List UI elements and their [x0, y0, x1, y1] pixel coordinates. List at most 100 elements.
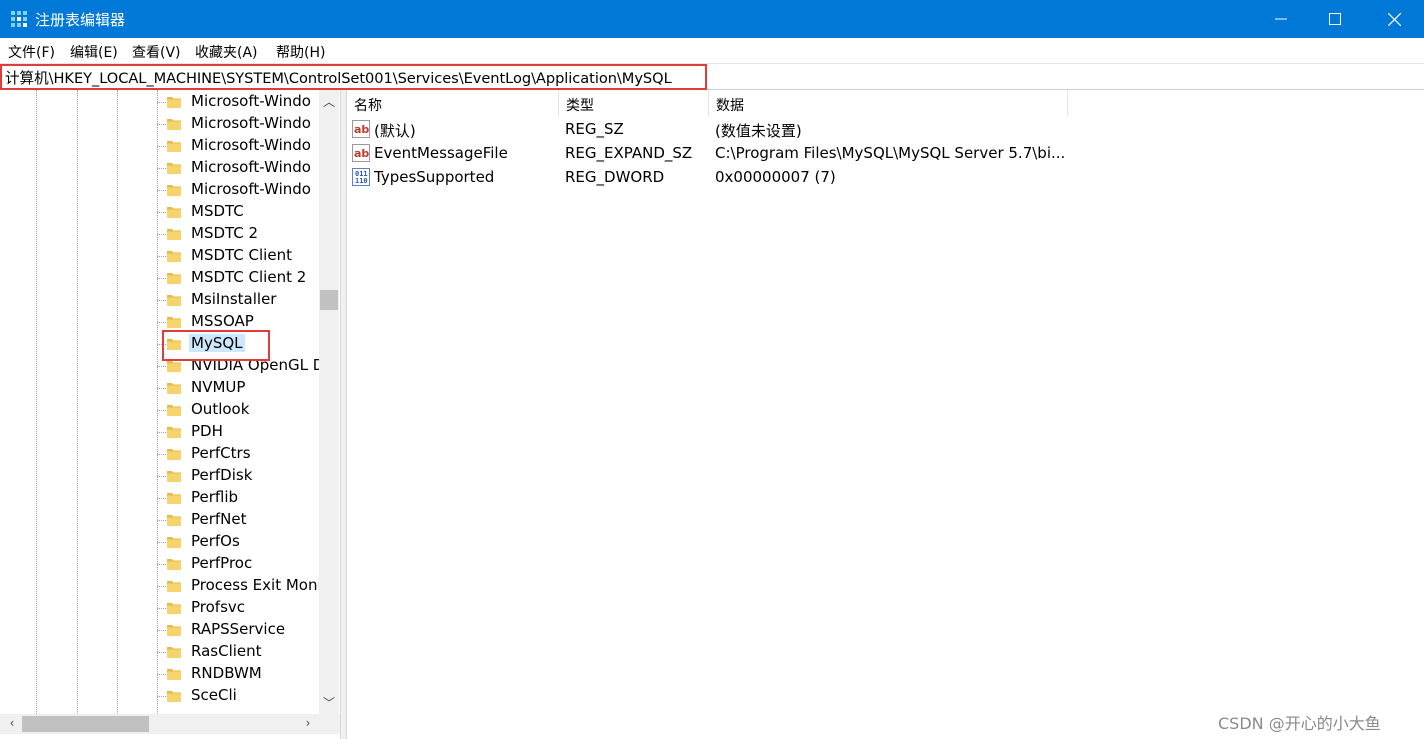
list-item[interactable]: ab EventMessageFile REG_EXPAND_SZ C:\Pro…: [347, 141, 1424, 165]
binary-value-icon: 011 110: [352, 168, 370, 186]
folder-icon: [167, 97, 181, 108]
tree-item[interactable]: Microsoft-Windo: [157, 113, 319, 135]
tree-item[interactable]: Perflib: [157, 487, 319, 509]
folder-icon: [167, 493, 181, 504]
folder-icon: [167, 295, 181, 306]
menu-favorites[interactable]: 收藏夹(A): [195, 42, 258, 62]
tree-item-label: Microsoft-Windo: [191, 136, 311, 154]
tree-connector: [157, 234, 166, 235]
tree-item[interactable]: Process Exit Moni: [157, 575, 322, 597]
tree-item[interactable]: MSDTC Client: [157, 245, 319, 267]
folder-icon: [167, 317, 181, 328]
tree-connector: [157, 564, 166, 565]
tree-item[interactable]: NVMUP: [157, 377, 319, 399]
tree-item-label: Microsoft-Windo: [191, 114, 311, 132]
tree-item[interactable]: MSDTC: [157, 201, 319, 223]
tree-item[interactable]: RasClient: [157, 641, 319, 663]
tree-item[interactable]: Microsoft-Windo: [157, 135, 319, 157]
tree-item[interactable]: MsiInstaller: [157, 289, 319, 311]
tree-item-label: NVIDIA OpenGL D: [191, 356, 325, 374]
scroll-left-icon[interactable]: ‹: [2, 716, 22, 730]
tree-item[interactable]: Microsoft-Windo: [157, 157, 319, 179]
string-value-icon: ab: [352, 144, 370, 162]
tree-connector: [157, 212, 166, 213]
menu-edit[interactable]: 编辑(E): [70, 42, 118, 62]
key-tree-pane: Microsoft-Windo Microsoft-Windo Microsoft-…: [0, 90, 340, 739]
tree-connector: [157, 696, 166, 697]
tree-connector: [157, 454, 166, 455]
tree-item-label: SceCli: [191, 686, 237, 704]
tree-item-label: RasClient: [191, 642, 262, 660]
value-type: REG_DWORD: [565, 168, 665, 186]
value-name: TypesSupported: [374, 168, 495, 186]
scroll-thumb[interactable]: [320, 290, 338, 310]
tree-connector: [157, 432, 166, 433]
tree-connector: [157, 344, 166, 345]
tree-connector: [157, 278, 166, 279]
value-data: 0x00000007 (7): [715, 168, 836, 186]
tree-item[interactable]: PerfNet: [157, 509, 319, 531]
tree-item[interactable]: MySQL: [157, 333, 319, 355]
tree-connector: [157, 476, 166, 477]
tree-item[interactable]: Profsvc: [157, 597, 319, 619]
scroll-thumb[interactable]: [22, 716, 149, 732]
tree-item[interactable]: Microsoft-Windo: [157, 91, 319, 113]
folder-icon: [167, 691, 181, 702]
folder-icon: [167, 273, 181, 284]
tree-item[interactable]: RAPSService: [157, 619, 319, 641]
column-header-type[interactable]: 类型: [559, 90, 709, 116]
scroll-down-icon[interactable]: ﹀: [319, 694, 339, 711]
tree-item-label: Microsoft-Windo: [191, 180, 311, 198]
tree-connector: [157, 674, 166, 675]
tree-item[interactable]: Outlook: [157, 399, 319, 421]
tree-connector: [157, 630, 166, 631]
scroll-right-icon[interactable]: ›: [298, 716, 318, 730]
tree-connector: [157, 586, 166, 587]
tree-item-label: MSDTC Client: [191, 246, 292, 264]
tree-item[interactable]: PDH: [157, 421, 319, 443]
menu-view[interactable]: 查看(V): [132, 42, 181, 62]
tree-vertical-scrollbar[interactable]: ︿ ﹀: [319, 90, 339, 714]
tree-item[interactable]: Microsoft-Windo: [157, 179, 319, 201]
tree-item[interactable]: PerfDisk: [157, 465, 319, 487]
tree-item[interactable]: PerfProc: [157, 553, 319, 575]
menu-file[interactable]: 文件(F): [8, 42, 55, 62]
tree-item[interactable]: PerfOs: [157, 531, 319, 553]
watermark-text: CSDN @开心的小大鱼: [1218, 714, 1381, 733]
tree-horizontal-scrollbar[interactable]: ‹ ›: [0, 714, 340, 734]
list-item[interactable]: 011 110 TypesSupported REG_DWORD 0x00000…: [347, 165, 1424, 189]
tree-item[interactable]: MSDTC Client 2: [157, 267, 319, 289]
tree-item[interactable]: RNDBWM: [157, 663, 319, 685]
tree-item-label: Microsoft-Windo: [191, 158, 311, 176]
tree-connector: [157, 498, 166, 499]
tree-item-label: Perflib: [191, 488, 239, 506]
menu-help[interactable]: 帮助(H): [276, 42, 325, 62]
column-header-data[interactable]: 数据: [709, 90, 1068, 116]
tree-connector: [157, 542, 166, 543]
tree-item-label: Profsvc: [191, 598, 246, 616]
address-path[interactable]: 计算机\HKEY_LOCAL_MACHINE\SYSTEM\ControlSet…: [5, 67, 672, 88]
address-bar[interactable]: 计算机\HKEY_LOCAL_MACHINE\SYSTEM\ControlSet…: [0, 63, 1424, 90]
tree-item[interactable]: MSSOAP: [157, 311, 319, 333]
maximize-button[interactable]: [1308, 0, 1362, 38]
list-item[interactable]: ab (默认) REG_SZ (数值未设置): [347, 117, 1424, 141]
tree-connector: [157, 652, 166, 653]
column-header-name[interactable]: 名称: [347, 90, 559, 116]
folder-icon: [167, 669, 181, 680]
tree-connector: [157, 366, 166, 367]
folder-icon: [167, 361, 181, 372]
tree-item[interactable]: PerfCtrs: [157, 443, 319, 465]
tree-item[interactable]: SceCli: [157, 685, 319, 707]
tree-item[interactable]: NVIDIA OpenGL D: [157, 355, 324, 377]
tree-item[interactable]: MSDTC 2: [157, 223, 319, 245]
close-button[interactable]: [1364, 0, 1424, 38]
folder-icon: [167, 471, 181, 482]
scroll-up-icon[interactable]: ︿: [319, 93, 339, 110]
string-value-icon: ab: [352, 120, 370, 138]
minimize-button[interactable]: [1254, 0, 1308, 38]
tree-item-label: PerfProc: [191, 554, 253, 572]
window-title: 注册表编辑器: [35, 11, 126, 29]
tree-connector: [157, 520, 166, 521]
values-list-pane: 名称 类型 数据 ab (默认) REG_SZ (数值未设置) ab Event…: [347, 90, 1424, 739]
pane-splitter[interactable]: [340, 90, 347, 739]
